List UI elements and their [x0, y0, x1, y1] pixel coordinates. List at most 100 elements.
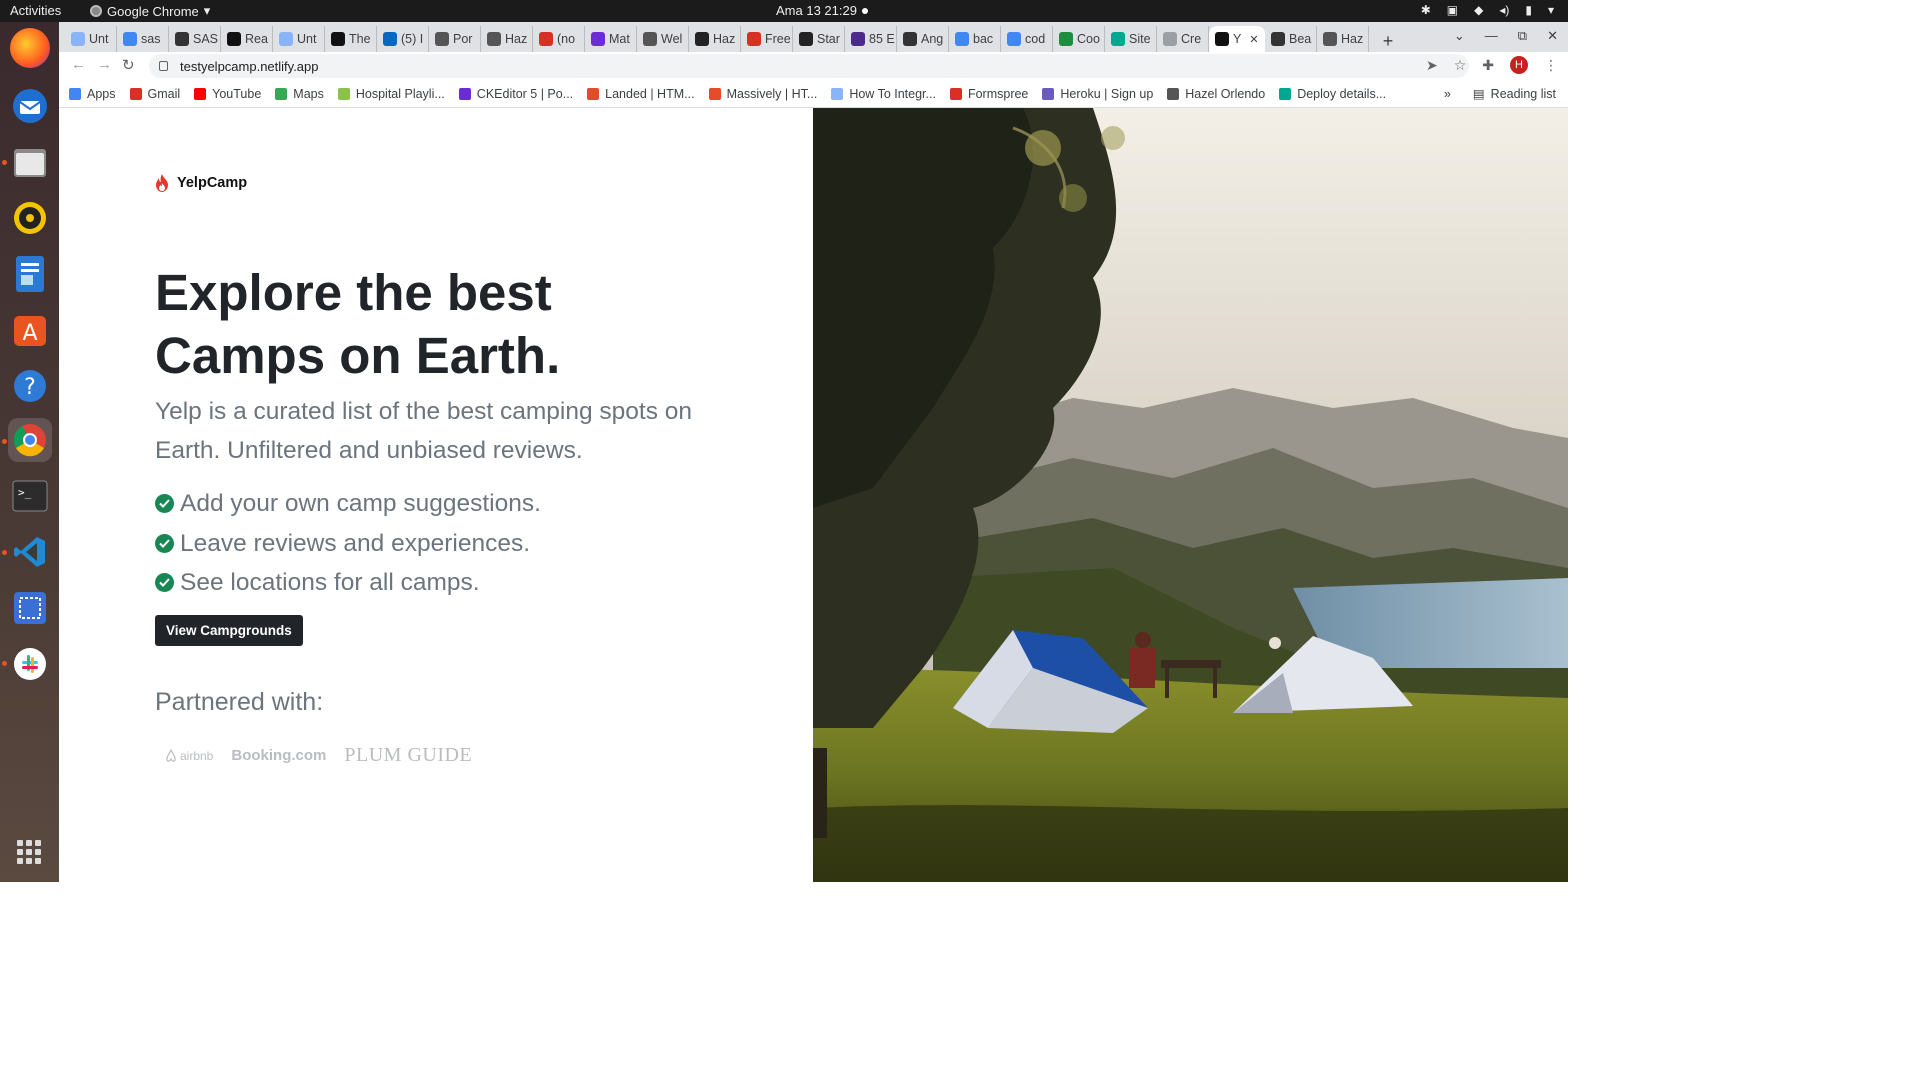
- bookmark-item[interactable]: How To Integr...: [831, 87, 936, 101]
- tab-title: (5) I: [401, 32, 424, 46]
- view-campgrounds-button[interactable]: View Campgrounds: [155, 615, 303, 646]
- bookmark-item[interactable]: Apps: [69, 87, 116, 101]
- browser-tab[interactable]: bac: [949, 26, 1001, 52]
- wifi-icon[interactable]: ◆: [1474, 3, 1483, 17]
- bookmark-favicon-icon: [1279, 87, 1292, 100]
- browser-tab[interactable]: sas: [117, 26, 169, 52]
- bookmark-favicon-icon: [194, 87, 207, 100]
- tab-favicon-icon: [487, 32, 501, 46]
- bookmark-favicon-icon: [275, 87, 288, 100]
- forward-icon[interactable]: →: [97, 56, 112, 73]
- brand-logo[interactable]: YelpCamp: [155, 174, 247, 192]
- firefox-icon[interactable]: [10, 28, 50, 68]
- browser-tab[interactable]: Y ✕: [1209, 26, 1265, 52]
- tab-favicon-icon: [123, 32, 137, 46]
- browser-tab[interactable]: The: [325, 26, 377, 52]
- browser-tab[interactable]: Cre: [1157, 26, 1209, 52]
- notification-dot: [862, 8, 868, 14]
- bookmark-item[interactable]: Deploy details...: [1279, 87, 1386, 101]
- browser-tab[interactable]: Haz: [481, 26, 533, 52]
- bookmark-item[interactable]: Landed | HTM...: [587, 87, 695, 101]
- address-bar[interactable]: testyelpcamp.netlify.app: [149, 54, 1469, 78]
- battery-icon[interactable]: ▮: [1525, 3, 1532, 17]
- app-menu[interactable]: Google Chrome ▾: [90, 3, 210, 19]
- browser-tab[interactable]: Rea: [221, 26, 273, 52]
- browser-tab[interactable]: Bea: [1265, 26, 1317, 52]
- tab-search-icon[interactable]: ⌄: [1454, 28, 1465, 44]
- bookmark-item[interactable]: Hospital Playli...: [337, 87, 445, 101]
- browser-tab[interactable]: Haz: [689, 26, 741, 52]
- minimize-icon[interactable]: —: [1485, 28, 1498, 44]
- browser-tab[interactable]: Coo: [1053, 26, 1105, 52]
- browser-tab[interactable]: Haz: [1317, 26, 1369, 52]
- browser-tab[interactable]: Unt: [273, 26, 325, 52]
- reading-list-label: Reading list: [1490, 86, 1556, 101]
- browser-tab[interactable]: (5) I: [377, 26, 429, 52]
- browser-tab[interactable]: Ang: [897, 26, 949, 52]
- tab-favicon-icon: [435, 32, 449, 46]
- volume-icon[interactable]: ◂): [1499, 3, 1509, 17]
- browser-tab[interactable]: cod: [1001, 26, 1053, 52]
- send-icon[interactable]: ➤: [1426, 57, 1438, 74]
- browser-tab[interactable]: Free: [741, 26, 793, 52]
- bookmark-favicon-icon: [458, 87, 471, 100]
- software-center-icon[interactable]: A: [8, 308, 52, 352]
- tab-title: Por: [453, 32, 473, 46]
- browser-tab[interactable]: Star: [793, 26, 845, 52]
- new-tab-icon[interactable]: +: [1375, 31, 1401, 52]
- system-tray[interactable]: ✱ ▣ ◆ ◂) ▮ ▾: [1421, 3, 1554, 17]
- bookmark-item[interactable]: CKEditor 5 | Po...: [458, 87, 573, 101]
- bookmark-star-icon[interactable]: ☆: [1454, 57, 1467, 74]
- chrome-dock-icon[interactable]: [8, 418, 52, 462]
- help-icon[interactable]: ?: [8, 364, 52, 408]
- tab-favicon-icon: [955, 32, 969, 46]
- bookmarks-overflow-icon[interactable]: »: [1444, 87, 1451, 101]
- screenshot-icon[interactable]: [8, 586, 52, 630]
- browser-tab[interactable]: Mat: [585, 26, 637, 52]
- vscode-icon[interactable]: [8, 530, 52, 574]
- power-menu-icon[interactable]: ▾: [1548, 3, 1554, 17]
- bookmark-label: Deploy details...: [1297, 86, 1387, 101]
- profile-avatar[interactable]: H: [1510, 56, 1528, 74]
- files-icon[interactable]: [8, 140, 52, 184]
- menu-kebab-icon[interactable]: ⋮: [1544, 57, 1558, 74]
- slack-tray-icon[interactable]: ✱: [1421, 3, 1431, 17]
- bookmark-item[interactable]: Maps: [275, 87, 324, 101]
- browser-tab[interactable]: 85 E: [845, 26, 897, 52]
- zoom-tray-icon[interactable]: ▣: [1447, 3, 1458, 17]
- rhythmbox-icon[interactable]: [8, 196, 52, 240]
- bookmark-item[interactable]: YouTube: [194, 87, 261, 101]
- bookmark-item[interactable]: Heroku | Sign up: [1042, 87, 1153, 101]
- reading-list-button[interactable]: ▤ Reading list: [1472, 86, 1556, 102]
- browser-tab[interactable]: (no: [533, 26, 585, 52]
- terminal-icon[interactable]: >_: [8, 474, 52, 518]
- show-apps-icon[interactable]: [17, 840, 41, 864]
- bookmark-label: Apps: [87, 86, 116, 101]
- browser-tab[interactable]: Site: [1105, 26, 1157, 52]
- reload-icon[interactable]: ↻: [122, 56, 135, 74]
- close-tab-icon[interactable]: ✕: [1249, 33, 1258, 46]
- reading-list-icon: ▤: [1472, 87, 1485, 101]
- bookmark-item[interactable]: Massively | HT...: [708, 87, 817, 101]
- browser-tab[interactable]: SAS: [169, 26, 221, 52]
- thunderbird-icon[interactable]: [8, 84, 52, 128]
- activities-button[interactable]: Activities: [10, 3, 61, 18]
- tab-title: 85 E: [869, 32, 895, 46]
- browser-tab[interactable]: Por: [429, 26, 481, 52]
- browser-tab[interactable]: Unt: [65, 26, 117, 52]
- clock[interactable]: Ama 13 21:29: [776, 3, 857, 18]
- browser-tab[interactable]: Wel: [637, 26, 689, 52]
- tab-title: bac: [973, 32, 994, 46]
- back-icon[interactable]: ←: [71, 56, 86, 73]
- bookmark-item[interactable]: Formspree: [949, 87, 1028, 101]
- bookmark-item[interactable]: Gmail: [129, 87, 180, 101]
- tab-title: cod: [1025, 32, 1046, 46]
- slack-icon[interactable]: [8, 642, 52, 686]
- feature-item: Add your own camp suggestions.: [155, 484, 541, 524]
- writer-icon[interactable]: [8, 252, 52, 296]
- extensions-icon[interactable]: ✚: [1482, 57, 1494, 74]
- close-window-icon[interactable]: ✕: [1547, 28, 1558, 44]
- bookmark-item[interactable]: Hazel Orlendo: [1167, 87, 1265, 101]
- restore-icon[interactable]: ⧉: [1518, 28, 1527, 44]
- tab-favicon-icon: [903, 32, 917, 46]
